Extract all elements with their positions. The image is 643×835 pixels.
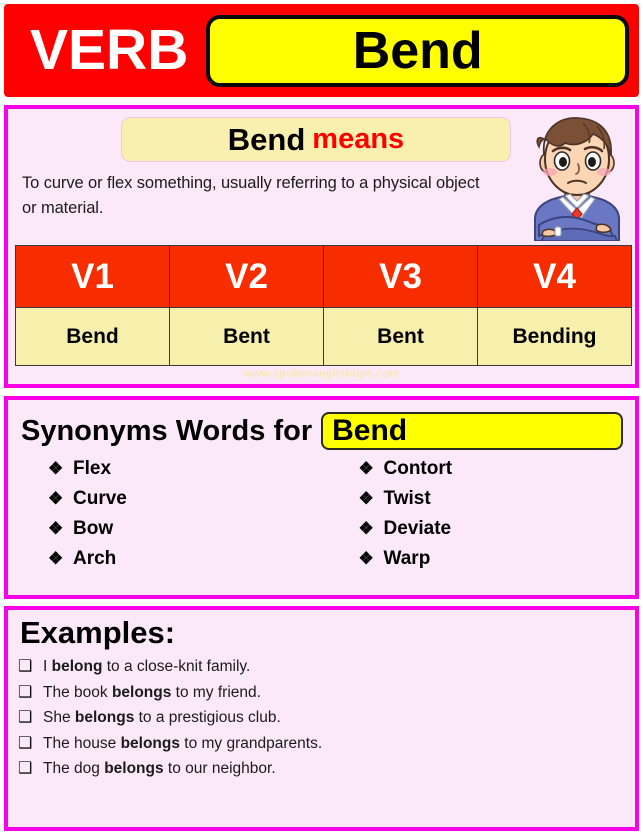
list-item: ❖ Deviate — [359, 518, 636, 548]
list-item: ❑ The dog belongs to our neighbor. — [18, 760, 625, 786]
list-item: ❑ She belongs to a prestigious club. — [18, 709, 625, 735]
list-item: ❖ Arch — [48, 548, 322, 578]
meaning-section: Bend means To curve or flex something, u… — [4, 105, 639, 388]
watermark: www.spokenenglishtips.com — [243, 368, 400, 380]
checkbox-icon: ❑ — [18, 658, 33, 675]
synonyms-word: Bend — [332, 414, 408, 447]
checkbox-icon: ❑ — [18, 734, 33, 752]
table-header-v2: V2 — [169, 245, 324, 308]
examples-list: ❑ I belong to a close-knit family. ❑ The… — [18, 658, 625, 786]
list-item: ❖ Warp — [359, 548, 636, 578]
synonym-label: Contort — [383, 458, 453, 479]
synonym-label: Curve — [73, 488, 127, 509]
examples-section: Examples: ❑ I belong to a close-knit fam… — [4, 606, 639, 831]
example-sentence: I belong to a close-knit family. — [43, 658, 251, 675]
poster-header: VERB Bend — [4, 4, 639, 97]
synonym-label: Twist — [383, 488, 431, 509]
thinking-man-icon — [521, 109, 633, 241]
synonym-label: Arch — [73, 548, 117, 569]
verb-forms-table: V1 V2 V3 V4 Bend Bent Bent Bending — [15, 245, 632, 366]
table-header-row: V1 V2 V3 V4 — [15, 245, 632, 308]
list-item: ❖ Contort — [359, 458, 636, 488]
definition-text: To curve or flex something, usually refe… — [22, 174, 480, 218]
synonyms-section: Synonyms Words for Bend ❖ Flex ❖ Curve ❖… — [4, 396, 639, 599]
example-sentence: The book belongs to my friend. — [43, 683, 261, 701]
synonyms-column-right: ❖ Contort ❖ Twist ❖ Deviate ❖ Warp — [322, 458, 636, 578]
list-item: ❖ Flex — [48, 458, 322, 488]
synonyms-title: Synonyms Words for — [21, 414, 313, 447]
means-banner: Bend means — [121, 117, 511, 162]
example-sentence: The dog belongs to our neighbor. — [43, 760, 276, 777]
example-sentence: The house belongs to my grandparents. — [43, 734, 323, 752]
means-label: means — [312, 123, 405, 155]
synonym-label: Warp — [383, 548, 431, 569]
header-word-box: Bend — [206, 14, 629, 87]
list-item: ❑ The house belongs to my grandparents. — [18, 735, 625, 761]
table-cell-v4: Bending — [477, 307, 632, 366]
diamond-bullet-icon: ❖ — [48, 549, 64, 568]
list-item: ❑ The book belongs to my friend. — [18, 684, 625, 710]
checkbox-icon: ❑ — [18, 760, 33, 777]
table-row: Bend Bent Bent Bending — [15, 307, 632, 366]
diamond-bullet-icon: ❖ — [48, 459, 64, 478]
table-header-v1: V1 — [15, 245, 170, 308]
list-item: ❑ I belong to a close-knit family. — [18, 658, 625, 684]
list-item: ❖ Twist — [359, 488, 636, 518]
synonyms-column-left: ❖ Flex ❖ Curve ❖ Bow ❖ Arch — [8, 458, 322, 578]
diamond-bullet-icon: ❖ — [358, 549, 374, 568]
header-word: Bend — [352, 21, 483, 80]
diamond-bullet-icon: ❖ — [48, 519, 64, 538]
synonyms-word-box: Bend — [321, 412, 623, 450]
table-cell-v3: Bent — [323, 307, 478, 366]
examples-title: Examples: — [20, 615, 176, 650]
diamond-bullet-icon: ❖ — [48, 489, 64, 508]
example-sentence: She belongs to a prestigious club. — [43, 709, 281, 726]
synonym-label: Deviate — [383, 518, 452, 539]
table-cell-v1: Bend — [15, 307, 170, 366]
synonym-label: Bow — [73, 518, 114, 539]
list-item: ❖ Curve — [48, 488, 322, 518]
synonyms-title-row: Synonyms Words for Bend — [21, 409, 623, 453]
checkbox-icon: ❑ — [18, 709, 33, 726]
table-header-v3: V3 — [323, 245, 478, 308]
diamond-bullet-icon: ❖ — [358, 489, 374, 508]
synonym-label: Flex — [73, 458, 112, 479]
means-word: Bend — [227, 122, 306, 157]
list-item: ❖ Bow — [48, 518, 322, 548]
table-header-v4: V4 — [477, 245, 632, 308]
verb-poster: VERB Bend Bend means To curve or flex so… — [0, 0, 643, 835]
synonyms-columns: ❖ Flex ❖ Curve ❖ Bow ❖ Arch ❖ Contort ❖ … — [8, 458, 635, 578]
checkbox-icon: ❑ — [18, 683, 33, 701]
diamond-bullet-icon: ❖ — [358, 459, 374, 478]
category-label: VERB — [30, 18, 189, 82]
diamond-bullet-icon: ❖ — [358, 519, 374, 538]
table-cell-v2: Bent — [169, 307, 324, 366]
